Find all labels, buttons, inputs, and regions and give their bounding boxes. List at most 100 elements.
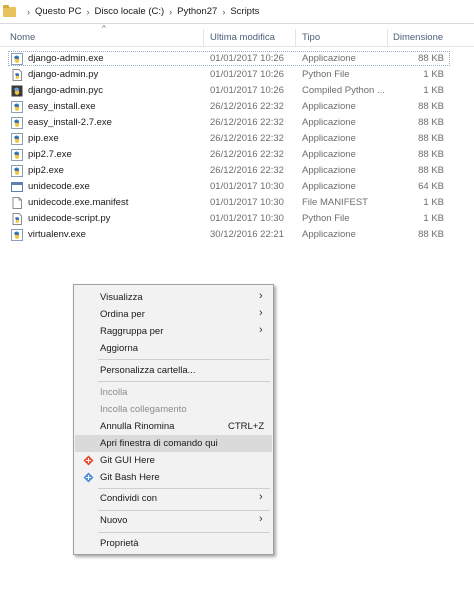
file-name: virtualenv.exe [28, 229, 86, 240]
chevron-right-icon[interactable]: › [222, 7, 225, 17]
file-name: django-admin.py [28, 69, 99, 80]
file-date: 01/01/2017 10:30 [210, 181, 284, 192]
breadcrumb-questo-pc[interactable]: Questo PC [35, 6, 81, 17]
address-bar[interactable]: › Questo PC › Disco locale (C:) › Python… [0, 0, 474, 24]
menu-item-incolla-collegamento[interactable]: Incolla collegamento [75, 401, 272, 418]
python-exe-icon [11, 117, 23, 129]
file-row[interactable]: django-admin.py 01/01/2017 10:26 Python … [0, 67, 474, 83]
menu-item-proprieta[interactable]: Proprietà [75, 535, 272, 552]
column-divider[interactable] [295, 29, 296, 47]
file-name: django-admin.exe [28, 53, 104, 64]
menu-item-label: Nuovo [100, 515, 128, 526]
python-file-icon [12, 213, 22, 225]
file-type: Applicazione [302, 181, 356, 192]
breadcrumb-disco-locale[interactable]: Disco locale (C:) [94, 6, 164, 17]
git-gui-icon [83, 455, 94, 466]
file-row[interactable]: unidecode.exe 01/01/2017 10:30 Applicazi… [0, 179, 474, 195]
file-date: 30/12/2016 22:21 [210, 229, 284, 240]
menu-item-git-bash[interactable]: Git Bash Here [75, 469, 272, 486]
file-name: easy_install.exe [28, 101, 96, 112]
file-row[interactable]: easy_install.exe 26/12/2016 22:32 Applic… [0, 99, 474, 115]
file-type: Python File [302, 69, 350, 80]
file-name: pip2.7.exe [28, 149, 72, 160]
chevron-right-icon[interactable]: › [27, 7, 30, 17]
file-date: 26/12/2016 22:32 [210, 101, 284, 112]
file-name: unidecode-script.py [28, 213, 111, 224]
menu-item-label: Proprietà [100, 538, 139, 549]
column-divider[interactable] [203, 29, 204, 47]
file-list: django-admin.exe 01/01/2017 10:26 Applic… [0, 51, 474, 243]
file-row[interactable]: django-admin.pyc 01/01/2017 10:26 Compil… [0, 83, 474, 99]
file-size: 88 KB [418, 53, 444, 64]
python-file-icon [12, 69, 22, 81]
menu-item-label: Raggruppa per [100, 326, 164, 337]
file-date: 01/01/2017 10:30 [210, 213, 284, 224]
file-date: 26/12/2016 22:32 [210, 149, 284, 160]
file-size: 88 KB [418, 117, 444, 128]
document-icon [12, 197, 22, 209]
menu-item-personalizza-cartella[interactable]: Personalizza cartella... [75, 362, 272, 379]
chevron-right-icon: › [259, 491, 263, 503]
file-size: 64 KB [418, 181, 444, 192]
menu-item-condividi-con[interactable]: Condividi con › [75, 490, 272, 507]
file-row[interactable]: pip2.7.exe 26/12/2016 22:32 Applicazione… [0, 147, 474, 163]
column-header-type[interactable]: Tipo [302, 32, 320, 43]
menu-item-annulla-rinomina[interactable]: Annulla Rinomina CTRL+Z [75, 418, 272, 435]
file-row[interactable]: pip.exe 26/12/2016 22:32 Applicazione 88… [0, 131, 474, 147]
git-bash-icon [83, 472, 94, 483]
menu-item-visualizza[interactable]: Visualizza › [75, 289, 272, 306]
file-row[interactable]: easy_install-2.7.exe 26/12/2016 22:32 Ap… [0, 115, 474, 131]
file-type: Python File [302, 213, 350, 224]
column-header-name[interactable]: Nome [10, 32, 35, 43]
column-header-size[interactable]: Dimensione [393, 32, 443, 43]
menu-item-label: Git Bash Here [100, 472, 160, 483]
menu-item-raggruppa-per[interactable]: Raggruppa per › [75, 323, 272, 340]
file-row[interactable]: unidecode.exe.manifest 01/01/2017 10:30 … [0, 195, 474, 211]
menu-item-label: Incolla collegamento [100, 404, 187, 415]
python-exe-icon [11, 133, 23, 145]
menu-item-incolla[interactable]: Incolla [75, 384, 272, 401]
chevron-right-icon: › [259, 290, 263, 302]
folder-icon [3, 4, 16, 17]
chevron-right-icon[interactable]: › [169, 7, 172, 17]
file-row[interactable]: django-admin.exe 01/01/2017 10:26 Applic… [0, 51, 474, 67]
file-size: 88 KB [418, 133, 444, 144]
menu-item-aggiorna[interactable]: Aggiorna [75, 340, 272, 357]
menu-separator [98, 510, 270, 511]
file-name: easy_install-2.7.exe [28, 117, 112, 128]
file-type: Applicazione [302, 149, 356, 160]
window-exe-icon [11, 182, 23, 192]
menu-item-label: Condividi con [100, 493, 158, 504]
file-size: 1 KB [423, 85, 444, 96]
file-row[interactable]: pip2.exe 26/12/2016 22:32 Applicazione 8… [0, 163, 474, 179]
file-type: File MANIFEST [302, 197, 368, 208]
menu-separator [98, 488, 270, 489]
file-type: Applicazione [302, 229, 356, 240]
file-size: 88 KB [418, 229, 444, 240]
file-date: 01/01/2017 10:26 [210, 53, 284, 64]
menu-item-apri-finestra-comando[interactable]: Apri finestra di comando qui [75, 435, 272, 452]
menu-item-shortcut: CTRL+Z [228, 421, 265, 432]
breadcrumb-scripts[interactable]: Scripts [230, 6, 259, 17]
column-header-date[interactable]: Ultima modifica [210, 32, 275, 43]
python-exe-icon [11, 101, 23, 113]
menu-item-ordina-per[interactable]: Ordina per › [75, 306, 272, 323]
chevron-right-icon: › [259, 307, 263, 319]
column-divider[interactable] [387, 29, 388, 47]
chevron-right-icon[interactable]: › [86, 7, 89, 17]
menu-item-label: Annulla Rinomina [100, 421, 175, 432]
menu-item-git-gui[interactable]: Git GUI Here [75, 452, 272, 469]
breadcrumb-python27[interactable]: Python27 [177, 6, 217, 17]
menu-item-label: Aggiorna [100, 343, 139, 354]
python-exe-icon [11, 229, 23, 241]
file-row[interactable]: unidecode-script.py 01/01/2017 10:30 Pyt… [0, 211, 474, 227]
context-menu: Visualizza › Ordina per › Raggruppa per … [73, 284, 274, 555]
file-type: Compiled Python ... [302, 85, 385, 96]
menu-item-nuovo[interactable]: Nuovo › [75, 512, 272, 529]
file-row[interactable]: virtualenv.exe 30/12/2016 22:21 Applicaz… [0, 227, 474, 243]
menu-item-label: Incolla [100, 387, 128, 398]
file-date: 01/01/2017 10:30 [210, 197, 284, 208]
menu-item-label: Git GUI Here [100, 455, 155, 466]
column-header-row: Nome Ultima modifica Tipo Dimensione [0, 29, 474, 47]
file-size: 1 KB [423, 197, 444, 208]
